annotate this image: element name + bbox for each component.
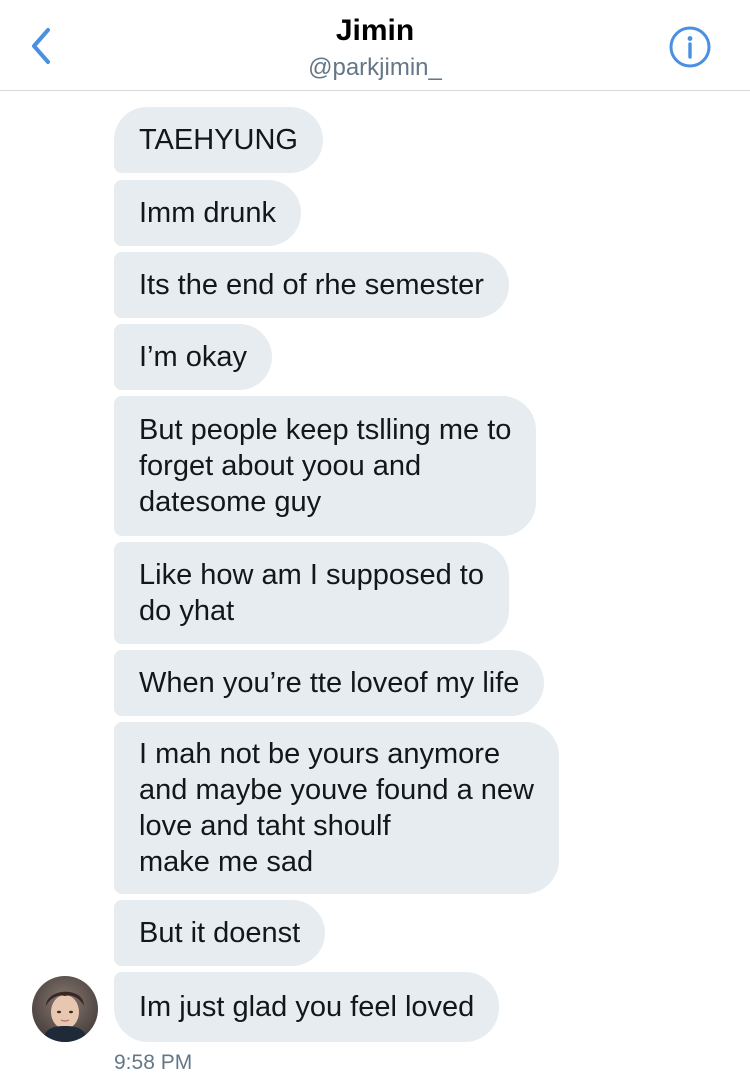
message-bubble[interactable]: Like how am I supposed to do yhat [114,542,509,644]
message-bubble[interactable]: But it doenst [114,900,326,966]
avatar[interactable] [32,976,98,1042]
info-button[interactable] [668,25,712,69]
message-bubble[interactable]: Imm drunk [114,180,301,246]
message-bubble[interactable]: I mah not be yours anymore and maybe you… [114,722,559,894]
message-bubble[interactable]: When you’re tte loveof my life [114,650,545,716]
message-bubble[interactable]: TAEHYUNG [114,107,323,173]
conversation-header: Jimin @parkjimin_ [0,0,750,91]
message-bubble[interactable]: Its the end of rhe semester [114,252,509,318]
message-thread[interactable]: TAEHYUNG Imm drunk Its the end of rhe se… [0,90,750,1091]
message-timestamp: 9:58 PM [114,1051,193,1074]
message-bubble[interactable]: But people keep tslling me to forget abo… [114,396,537,536]
message-bubble[interactable]: I’m okay [114,324,272,390]
info-icon [668,25,712,69]
message-bubble[interactable]: Im just glad you feel loved [114,972,500,1042]
conversation-handle: @parkjimin_ [308,54,442,81]
conversation-title: Jimin [335,14,415,47]
